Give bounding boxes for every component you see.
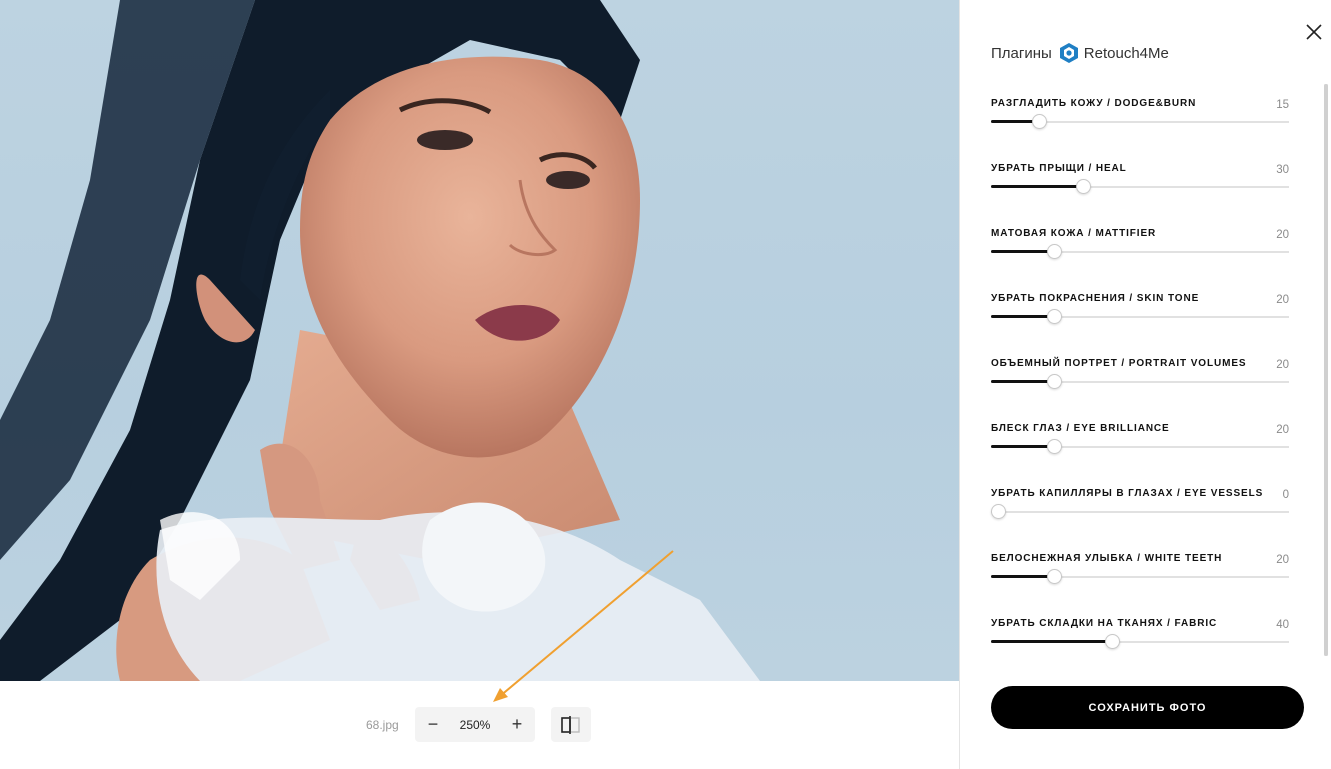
slider-fill <box>991 380 1054 383</box>
slider-thumb[interactable] <box>1105 634 1120 649</box>
compare-button[interactable] <box>551 707 591 742</box>
slider-fill <box>991 445 1054 448</box>
slider-thumb[interactable] <box>1047 439 1062 454</box>
plugin-value: 15 <box>1276 99 1289 111</box>
close-icon <box>1306 24 1322 40</box>
plugin-slider[interactable] <box>991 114 1289 130</box>
save-photo-button[interactable]: СОХРАНИТЬ ФОТО <box>991 686 1304 729</box>
plugin-slider[interactable] <box>991 634 1289 650</box>
retouch4me-logo-icon <box>1059 43 1078 63</box>
slider-fill <box>991 315 1054 318</box>
plugin-value: 20 <box>1276 424 1289 436</box>
slider-fill <box>991 640 1112 643</box>
plugin-value: 0 <box>1282 489 1289 501</box>
zoom-out-button[interactable]: − <box>415 707 451 742</box>
plugin-label: БЛЕСК ГЛАЗ / EYE BRILLIANCE <box>991 423 1170 434</box>
slider-fill <box>991 250 1054 253</box>
plugin-row: УБРАТЬ СКЛАДКИ НА ТКАНЯХ / FABRIC 40 <box>991 618 1289 668</box>
plugin-slider[interactable] <box>991 504 1289 520</box>
slider-fill <box>991 185 1083 188</box>
plugin-row: УБРАТЬ ПРЫЩИ / HEAL 30 <box>991 163 1289 213</box>
plugin-row: УБРАТЬ КАПИЛЛЯРЫ В ГЛАЗАХ / EYE VESSELS 0 <box>991 488 1289 538</box>
plugin-value: 30 <box>1276 164 1289 176</box>
plugin-slider[interactable] <box>991 244 1289 260</box>
plugin-value: 20 <box>1276 229 1289 241</box>
plugin-row: БЛЕСК ГЛАЗ / EYE BRILLIANCE 20 <box>991 423 1289 473</box>
plugin-row: ОБЪЕМНЫЙ ПОРТРЕТ / PORTRAIT VOLUMES 20 <box>991 358 1289 408</box>
plugin-label: УБРАТЬ ПРЫЩИ / HEAL <box>991 163 1127 174</box>
plugin-row: МАТОВАЯ КОЖА / MATTIFIER 20 <box>991 228 1289 278</box>
plugin-slider[interactable] <box>991 439 1289 455</box>
slider-track <box>991 511 1289 513</box>
plugin-value: 40 <box>1276 619 1289 631</box>
plugin-slider[interactable] <box>991 374 1289 390</box>
slider-thumb[interactable] <box>1047 244 1062 259</box>
plugin-slider[interactable] <box>991 569 1289 585</box>
slider-thumb[interactable] <box>991 504 1006 519</box>
zoom-level: 250% <box>459 717 491 732</box>
plugin-label: РАЗГЛАДИТЬ КОЖУ / DODGE&BURN <box>991 98 1197 109</box>
brand-name: Retouch4Me <box>1083 44 1169 62</box>
plugin-label: БЕЛОСНЕЖНАЯ УЛЫБКА / WHITE TEETH <box>991 553 1223 564</box>
plugin-label: МАТОВАЯ КОЖА / MATTIFIER <box>991 228 1157 239</box>
zoom-control: − 250% + <box>415 707 535 742</box>
slider-thumb[interactable] <box>1076 179 1091 194</box>
slider-thumb[interactable] <box>1047 374 1062 389</box>
plugin-label: УБРАТЬ СКЛАДКИ НА ТКАНЯХ / FABRIC <box>991 618 1218 629</box>
slider-fill <box>991 575 1054 578</box>
plugin-value: 20 <box>1276 359 1289 371</box>
plugin-row: УБРАТЬ ПОКРАСНЕНИЯ / SKIN TONE 20 <box>991 293 1289 343</box>
close-button[interactable] <box>1304 22 1324 42</box>
plugin-row: БЕЛОСНЕЖНАЯ УЛЫБКА / WHITE TEETH 20 <box>991 553 1289 603</box>
zoom-in-button[interactable]: + <box>499 707 535 742</box>
compare-split-icon <box>561 715 580 734</box>
plugin-value: 20 <box>1276 554 1289 566</box>
panel-title: Плагины Retouch4Me <box>991 43 1169 63</box>
slider-thumb[interactable] <box>1047 309 1062 324</box>
plugin-slider[interactable] <box>991 179 1289 195</box>
plugin-slider[interactable] <box>991 309 1289 325</box>
plugin-value: 20 <box>1276 294 1289 306</box>
slider-thumb[interactable] <box>1047 569 1062 584</box>
scrollbar[interactable] <box>1324 84 1328 656</box>
plugin-row: РАЗГЛАДИТЬ КОЖУ / DODGE&BURN 15 <box>991 98 1289 148</box>
panel-title-text: Плагины <box>991 44 1052 62</box>
plugin-label: УБРАТЬ ПОКРАСНЕНИЯ / SKIN TONE <box>991 293 1200 304</box>
slider-thumb[interactable] <box>1032 114 1047 129</box>
filename-label: 68.jpg <box>366 718 399 732</box>
plugin-label: УБРАТЬ КАПИЛЛЯРЫ В ГЛАЗАХ / EYE VESSELS <box>991 488 1264 499</box>
photo-canvas[interactable] <box>0 0 959 681</box>
plugin-label: ОБЪЕМНЫЙ ПОРТРЕТ / PORTRAIT VOLUMES <box>991 358 1247 369</box>
portrait-photo <box>0 0 761 681</box>
